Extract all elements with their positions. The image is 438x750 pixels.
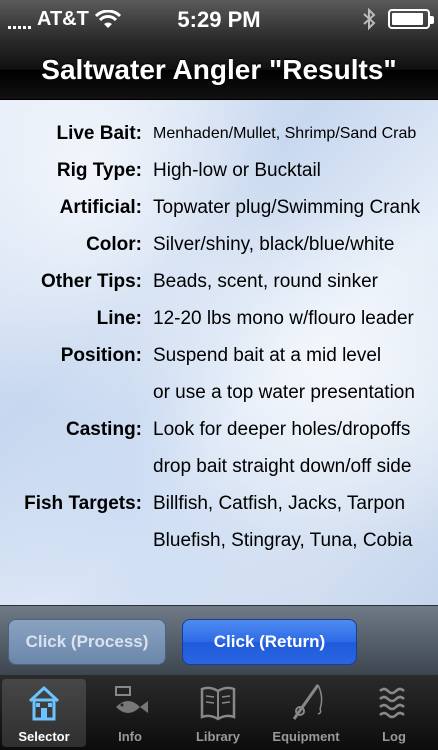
result-row-position: Position: Suspend bait at a mid level (0, 337, 438, 374)
tab-selector[interactable]: Selector (2, 679, 86, 747)
tab-label: Equipment (272, 729, 340, 744)
house-icon (28, 686, 60, 721)
tab-label: Log (382, 729, 406, 744)
battery-icon (388, 9, 434, 29)
tab-label: Selector (18, 729, 70, 744)
action-bar: Click (Process) Click (Return) (0, 605, 438, 675)
result-label: Casting: (66, 419, 142, 440)
result-row-position-cont: or use a top water presentation (0, 374, 438, 411)
result-label: Other Tips: (41, 271, 142, 292)
tab-equipment[interactable]: Equipment (264, 679, 348, 747)
result-row-fish-targets-cont: Bluefish, Stingray, Tuna, Cobia (0, 522, 438, 559)
bluetooth-icon (363, 8, 376, 30)
result-value: Beads, scent, round sinker (153, 271, 378, 292)
result-value: Suspend bait at a mid level (153, 345, 382, 366)
return-button[interactable]: Click (Return) (182, 619, 357, 665)
result-row-fish-targets: Fish Targets: Billfish, Catfish, Jacks, … (0, 485, 438, 522)
result-value: 12-20 lbs mono w/flouro leader (153, 308, 414, 329)
tab-library[interactable]: Library (176, 679, 260, 747)
results-panel: Live Bait: Menhaden/Mullet, Shrimp/Sand … (0, 100, 438, 605)
status-bar: AT&T 5:29 PM (0, 0, 438, 40)
result-label: Position: (60, 345, 142, 366)
result-label: Rig Type: (56, 160, 142, 181)
result-label: Fish Targets: (24, 493, 142, 514)
result-value: Bluefish, Stingray, Tuna, Cobia (153, 530, 413, 551)
result-row-color: Color: Silver/shiny, black/blue/white (0, 226, 438, 263)
result-value: Billfish, Catfish, Jacks, Tarpon (153, 493, 406, 514)
fish-icon (115, 686, 148, 713)
status-right (362, 8, 434, 30)
result-label: Line: (96, 308, 142, 329)
result-row-live-bait: Live Bait: Menhaden/Mullet, Shrimp/Sand … (0, 115, 438, 152)
result-value: Silver/shiny, black/blue/white (153, 234, 395, 255)
tab-label: Library (195, 729, 241, 744)
book-icon (200, 686, 236, 721)
result-row-artificial: Artificial: Topwater plug/Swimming Crank (0, 189, 438, 226)
result-value: Menhaden/Mullet, Shrimp/Sand Crab (153, 125, 417, 142)
result-row-rig-type: Rig Type: High-low or Bucktail (0, 152, 438, 189)
result-value: drop bait straight down/off side (153, 456, 412, 477)
tab-label: Info (118, 729, 142, 744)
result-label: Live Bait: (56, 123, 142, 144)
fishing-rod-icon (292, 684, 323, 720)
result-value: High-low or Bucktail (153, 160, 321, 181)
tab-info[interactable]: Info (88, 679, 172, 747)
result-row-line: Line: 12-20 lbs mono w/flouro leader (0, 300, 438, 337)
result-row-other-tips: Other Tips: Beads, scent, round sinker (0, 263, 438, 300)
result-value: Topwater plug/Swimming Crank (153, 197, 421, 218)
tab-log[interactable]: Log (352, 679, 436, 747)
result-label: Color: (86, 234, 142, 255)
result-label: Artificial: (59, 197, 142, 218)
process-button[interactable]: Click (Process) (8, 619, 166, 665)
battery-level (392, 13, 423, 25)
tab-bar: Selector Info Library Equipment Log (0, 675, 438, 750)
waves-icon (379, 687, 405, 719)
result-value: Look for deeper holes/dropoffs (153, 419, 411, 440)
result-row-casting: Casting: Look for deeper holes/dropoffs (0, 411, 438, 448)
navigation-bar: Saltwater Angler "Results" (0, 40, 438, 100)
result-row-casting-cont: drop bait straight down/off side (0, 448, 438, 485)
page-title: Saltwater Angler "Results" (41, 54, 397, 85)
result-value: or use a top water presentation (153, 382, 415, 403)
